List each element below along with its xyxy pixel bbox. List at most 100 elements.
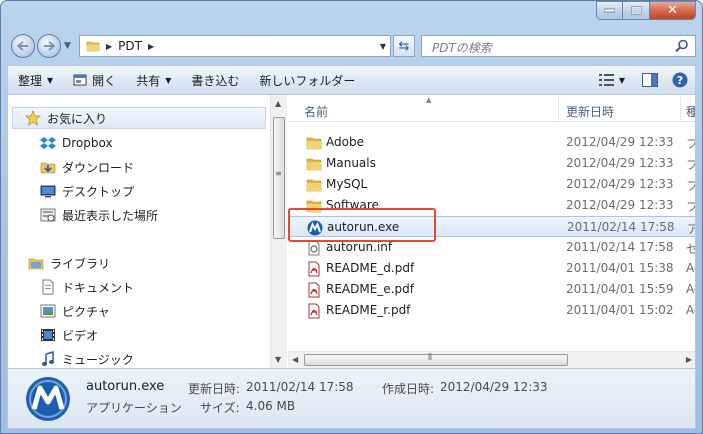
- chevron-down-icon: ▼: [165, 75, 172, 85]
- details-created-label: 作成日時:: [382, 382, 435, 396]
- new-folder-button[interactable]: 新しいフォルダー: [249, 67, 365, 93]
- chevron-down-icon[interactable]: ▼: [619, 76, 625, 85]
- help-button[interactable]: ?: [665, 67, 695, 93]
- preview-pane-button[interactable]: [635, 67, 665, 93]
- nav-item-label: ドキュメント: [62, 280, 135, 295]
- breadcrumb-separator-icon[interactable]: ▶: [148, 42, 154, 51]
- open-label: 開く: [92, 73, 117, 88]
- new-folder-label: 新しいフォルダー: [259, 73, 356, 88]
- column-header-name[interactable]: 名前: [304, 103, 328, 120]
- details-size-value: 4.06 MB: [246, 399, 296, 413]
- svg-text:?: ?: [677, 74, 683, 87]
- pdf-icon: [308, 261, 320, 277]
- column-header-type[interactable]: 種: [686, 103, 695, 120]
- nav-item-label: Dropbox: [62, 136, 113, 150]
- scroll-grip-icon: ⦀: [428, 353, 432, 363]
- nav-scroll-thumb[interactable]: [273, 117, 285, 239]
- nav-item-music[interactable]: ミュージック: [40, 348, 134, 370]
- close-icon: ✕: [667, 3, 678, 18]
- nav-item-pictures[interactable]: ピクチャ: [40, 300, 110, 322]
- folder-icon: [306, 137, 322, 150]
- address-history-dropdown[interactable]: ▼: [380, 42, 386, 51]
- close-button[interactable]: ✕: [650, 1, 696, 20]
- file-name: autorun.inf: [326, 240, 393, 254]
- file-date: 2012/04/29 12:33: [566, 156, 674, 170]
- minimize-button[interactable]: [596, 1, 623, 20]
- forward-button[interactable]: [37, 34, 61, 58]
- burn-button[interactable]: 書き込む: [181, 67, 249, 93]
- file-name: README_r.pdf: [326, 303, 411, 317]
- nav-item-label: ダウンロード: [62, 160, 135, 175]
- nav-item-recent-places[interactable]: 最近表示した場所: [40, 204, 158, 226]
- file-type: フ: [686, 158, 695, 172]
- file-type: Ad: [686, 303, 695, 317]
- nav-libraries[interactable]: ライブラリ: [28, 252, 110, 274]
- scroll-up-icon[interactable]: ▲: [275, 99, 281, 108]
- nav-item-label: デスクトップ: [62, 184, 135, 199]
- nav-item-documents[interactable]: ドキュメント: [40, 276, 134, 298]
- share-label: 共有: [136, 73, 161, 88]
- nav-item-dropbox[interactable]: Dropbox: [40, 132, 113, 154]
- file-list-horizontal-scrollbar[interactable]: ◀ ⦀ ▶: [288, 351, 695, 368]
- nav-item-downloads[interactable]: ダウンロード: [40, 156, 134, 178]
- file-type: セ: [686, 242, 695, 256]
- details-created-value: 2012/04/29 12:33: [440, 380, 548, 394]
- change-view-button[interactable]: ▼: [597, 67, 627, 93]
- scroll-right-icon[interactable]: ▶: [686, 355, 692, 364]
- file-row[interactable]: README_e.pdf 2011/04/01 15:59 Ad: [288, 279, 695, 300]
- file-row[interactable]: Manuals 2012/04/29 12:33 フ: [288, 153, 695, 174]
- file-date: 2011/04/01 15:02: [566, 303, 674, 317]
- file-row[interactable]: README_d.pdf 2011/04/01 15:38 Ad: [288, 258, 695, 279]
- file-type: フ: [686, 179, 695, 193]
- back-arrow-icon: [17, 41, 28, 51]
- pictures-icon: [40, 304, 56, 318]
- address-bar[interactable]: ▶ PDT ▶ ▼: [79, 35, 391, 57]
- file-date: 2012/04/29 12:33: [566, 177, 674, 191]
- breadcrumb-separator-icon[interactable]: ▶: [106, 42, 112, 51]
- open-button[interactable]: 開く: [63, 67, 126, 93]
- nav-item-label: 最近表示した場所: [62, 208, 159, 223]
- folder-icon: [306, 158, 322, 171]
- sort-ascending-icon: ▲: [426, 96, 432, 104]
- search-icon[interactable]: [675, 39, 689, 53]
- open-app-icon: [73, 74, 87, 86]
- file-type: Ad: [686, 282, 695, 296]
- share-button[interactable]: 共有 ▼: [126, 67, 181, 93]
- details-size-label: サイズ:: [200, 401, 240, 415]
- refresh-button[interactable]: ⇆: [393, 35, 415, 57]
- nav-item-desktop[interactable]: デスクトップ: [40, 180, 134, 202]
- scroll-left-icon[interactable]: ◀: [292, 355, 298, 364]
- organize-button[interactable]: 整理 ▼: [8, 67, 63, 93]
- file-row[interactable]: README_r.pdf 2011/04/01 15:02 Ad: [288, 300, 695, 321]
- nav-favorites[interactable]: お気に入り: [12, 107, 266, 129]
- file-row[interactable]: MySQL 2012/04/29 12:33 フ: [288, 174, 695, 195]
- maximize-button[interactable]: [623, 1, 650, 20]
- star-icon: [25, 110, 41, 126]
- folder-icon: [306, 179, 322, 192]
- view-controls: ▼ ?: [597, 67, 695, 93]
- refresh-icon: ⇆: [398, 38, 410, 54]
- nav-item-label: ビデオ: [62, 328, 99, 343]
- details-modified-value: 2011/02/14 17:58: [246, 380, 354, 394]
- music-icon: [42, 351, 54, 366]
- nav-pane-scrollbar[interactable]: ▲ ≡ ▼: [270, 95, 287, 368]
- preview-pane-icon: [642, 73, 658, 87]
- details-modified-label: 更新日時:: [188, 382, 241, 396]
- back-button[interactable]: [11, 34, 35, 58]
- folder-icon: [86, 41, 100, 52]
- nav-item-videos[interactable]: ビデオ: [40, 324, 98, 346]
- nav-favorites-label: お気に入り: [47, 111, 108, 126]
- file-row[interactable]: Adobe 2012/04/29 12:33 フ: [288, 132, 695, 153]
- file-name: README_e.pdf: [326, 282, 414, 296]
- search-box[interactable]: PDTの検索: [421, 35, 696, 57]
- column-divider[interactable]: [680, 97, 681, 121]
- file-date: 2011/02/14 17:58: [566, 240, 674, 254]
- column-divider[interactable]: [558, 97, 559, 121]
- horizontal-scroll-thumb[interactable]: [304, 354, 568, 366]
- caption-buttons: ✕: [596, 1, 696, 20]
- column-header-date[interactable]: 更新日時: [566, 103, 614, 120]
- recent-pages-dropdown[interactable]: ▼: [64, 41, 71, 51]
- scroll-down-icon[interactable]: ▼: [275, 355, 281, 364]
- breadcrumb-pdt[interactable]: PDT: [118, 39, 142, 53]
- forward-arrow-icon: [44, 41, 55, 51]
